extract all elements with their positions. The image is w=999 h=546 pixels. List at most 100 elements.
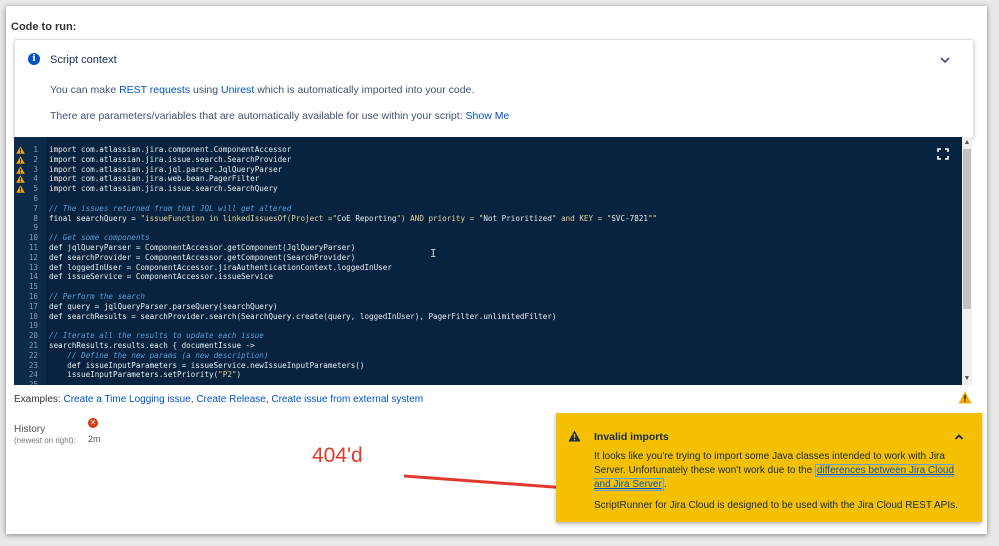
code-line[interactable]: 21 searchResults.results.each { documentI… <box>14 341 914 351</box>
code-text: import com.atlassian.jira.issue.search.S… <box>49 184 278 194</box>
code-text: def searchProvider = ComponentAccessor.g… <box>49 252 356 262</box>
code-text: // Get some components <box>49 233 150 243</box>
example-link-external-system[interactable]: Create issue from external system <box>271 394 423 405</box>
line-number: 21 <box>28 341 38 350</box>
chevron-up-icon[interactable] <box>954 432 964 442</box>
line-number: 22 <box>28 350 38 360</box>
code-text: def issueInputParameters = issueService.… <box>49 360 365 370</box>
line-number: 9 <box>33 223 38 233</box>
invalid-imports-flag: Invalid imports It looks like you're try… <box>556 413 982 522</box>
rest-requests-link[interactable]: REST requests <box>119 84 190 96</box>
unirest-link[interactable]: Unirest <box>221 84 254 96</box>
line-number: 23 <box>28 360 38 370</box>
code-line[interactable]: 15 <box>14 282 914 292</box>
script-context-title[interactable]: Script context <box>50 54 117 66</box>
code-text: def searchResults = searchProvider.searc… <box>49 311 557 321</box>
code-line[interactable]: 9 <box>14 223 914 233</box>
annotation-text: 404'd <box>312 444 363 467</box>
line-number: 11 <box>28 243 38 252</box>
code-text: issueInputParameters.setPriority("P2") <box>49 370 242 380</box>
code-text: searchResults.results.each { documentIss… <box>49 341 255 350</box>
code-line[interactable]: 17 def query = jqlQueryParser.parseQuery(… <box>14 302 914 312</box>
code-text: def jqlQueryParser = ComponentAccessor.g… <box>49 243 356 252</box>
code-text: import com.atlassian.jira.jql.parser.Jql… <box>49 164 283 174</box>
code-text: // Perform the search <box>49 292 146 301</box>
code-line[interactable]: 12 def searchProvider = ComponentAccessor… <box>14 253 914 263</box>
line-number: 7 <box>33 203 38 213</box>
line-number: 20 <box>28 331 38 341</box>
line-number: 1 <box>33 145 38 154</box>
code-line[interactable]: 7 // The issues returned from that JQL wi… <box>14 204 914 214</box>
code-line[interactable]: 23 def issueInputParameters = issueServi… <box>14 361 914 371</box>
code-line[interactable]: 2 import com.atlassian.jira.issue.search.… <box>14 155 914 165</box>
code-text: // The issues returned from that JQL wil… <box>49 203 292 213</box>
flag-title: Invalid imports <box>594 431 669 443</box>
line-number: 24 <box>28 370 38 380</box>
line-number: 16 <box>28 292 38 301</box>
context-line-params: There are parameters/variables that are … <box>50 110 510 122</box>
code-line[interactable]: 22 // Define the new params (a new descr… <box>14 351 914 361</box>
warning-icon[interactable] <box>958 391 972 404</box>
code-text: def issueService = ComponentAccessor.iss… <box>49 272 274 282</box>
context-line-rest: You can make REST requests using Unirest… <box>50 84 475 96</box>
script-context-panel: i Script context You can make REST reque… <box>14 39 974 138</box>
code-text: // Iterate all the results to update eac… <box>49 331 264 341</box>
line-number: 10 <box>28 233 38 243</box>
scroll-down-arrow-icon[interactable]: ▼ <box>963 375 971 383</box>
code-text: import com.atlassian.jira.web.bean.Pager… <box>49 174 260 184</box>
line-number: 12 <box>28 252 38 262</box>
code-text: // Define the new params (a new descript… <box>49 350 269 360</box>
line-number: 14 <box>28 272 38 282</box>
code-line[interactable]: 8 final searchQuery = "issueFunction in l… <box>14 214 914 224</box>
warning-icon <box>568 430 581 442</box>
code-line[interactable]: 10 // Get some components <box>14 233 914 243</box>
code-line[interactable]: 6 <box>14 194 914 204</box>
examples-row: Examples: Create a Time Logging issue, C… <box>14 394 424 405</box>
line-number: 25 <box>28 380 38 385</box>
error-x-icon[interactable]: ✕ <box>88 418 98 428</box>
flag-body: It looks like you're trying to import so… <box>594 451 955 491</box>
code-line[interactable]: 16 // Perform the search <box>14 292 914 302</box>
fullscreen-icon[interactable] <box>937 148 949 160</box>
show-me-link[interactable]: Show Me <box>466 110 510 122</box>
info-icon: i <box>28 53 40 65</box>
scroll-thumb[interactable] <box>963 149 971 309</box>
code-line[interactable]: 5 import com.atlassian.jira.issue.search.… <box>14 184 914 194</box>
line-number: 2 <box>33 154 38 164</box>
code-line[interactable]: 13 def loggedInUser = ComponentAccessor.j… <box>14 263 914 273</box>
code-line[interactable]: 25 <box>14 380 914 385</box>
history-label: History <box>14 424 46 435</box>
code-line[interactable]: 19 <box>14 321 914 331</box>
code-line[interactable]: 4 import com.atlassian.jira.web.bean.Page… <box>14 174 914 184</box>
code-text: final searchQuery = "issueFunction in li… <box>49 213 658 223</box>
line-number: 5 <box>33 184 38 194</box>
window-frame: Code to run: i Script context You can ma… <box>6 6 987 534</box>
code-line[interactable]: 1 import com.atlassian.jira.component.Com… <box>14 145 914 155</box>
line-number: 18 <box>28 311 38 321</box>
line-number: 15 <box>28 282 38 292</box>
line-number: 3 <box>33 164 38 174</box>
line-number: 19 <box>28 321 38 331</box>
scroll-up-arrow-icon[interactable]: ▲ <box>963 139 971 147</box>
code-line[interactable]: 18 def searchResults = searchProvider.sea… <box>14 312 914 322</box>
code-line[interactable]: 11 def jqlQueryParser = ComponentAccessor… <box>14 243 914 253</box>
code-text: import com.atlassian.jira.component.Comp… <box>49 145 292 154</box>
chevron-down-icon[interactable] <box>939 54 951 66</box>
code-line[interactable]: 14 def issueService = ComponentAccessor.i… <box>14 272 914 282</box>
editor-scrollbar[interactable]: ▲ ▼ <box>962 137 972 385</box>
code-editor[interactable]: I ▲ ▼ 1 import com.atlassian.jira.compone… <box>14 137 972 385</box>
line-number: 8 <box>33 213 38 223</box>
history-time: 2m <box>88 434 101 444</box>
code-line[interactable]: 24 issueInputParameters.setPriority("P2"… <box>14 370 914 380</box>
line-number: 17 <box>28 301 38 311</box>
code-line[interactable]: 20 // Iterate all the results to update e… <box>14 331 914 341</box>
code-to-run-label: Code to run: <box>11 21 77 33</box>
code-text: def loggedInUser = ComponentAccessor.jir… <box>49 262 392 272</box>
example-link-time-logging[interactable]: Create a Time Logging issue <box>63 394 190 405</box>
code-text: import com.atlassian.jira.issue.search.S… <box>49 154 292 164</box>
line-number: 6 <box>33 194 38 203</box>
history-sublabel: (newest on right): <box>14 436 76 445</box>
line-number: 4 <box>33 174 38 184</box>
code-line[interactable]: 3 import com.atlassian.jira.jql.parser.Jq… <box>14 165 914 175</box>
example-link-create-release[interactable]: Create Release <box>196 394 265 405</box>
